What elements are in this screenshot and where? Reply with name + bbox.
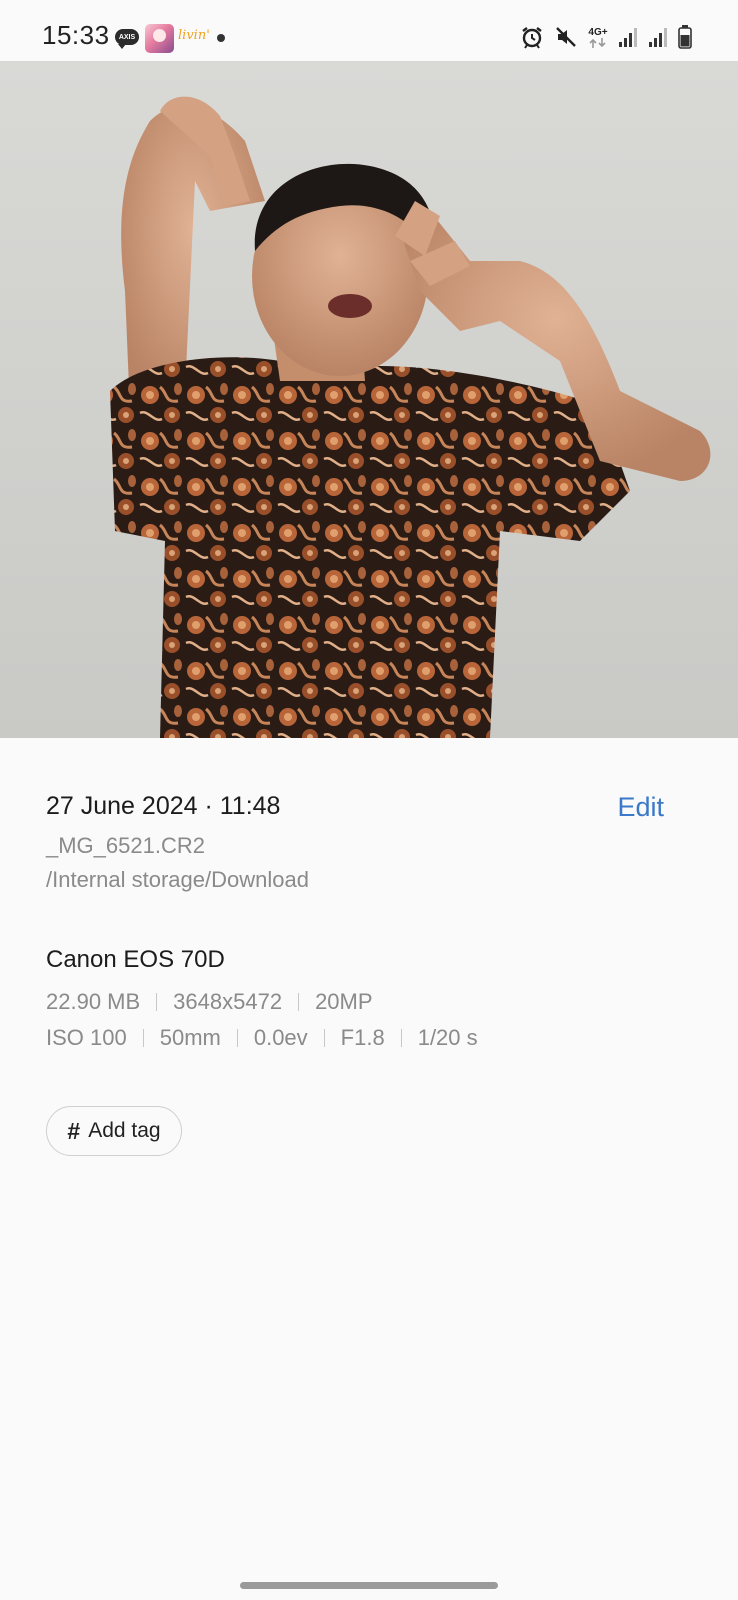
file-size: 22.90 MB [46,989,141,1014]
divider [298,993,300,1011]
signal-icon [618,26,638,53]
exposure-value: 0.0ev [253,1025,308,1050]
home-indicator[interactable] [240,1582,498,1589]
divider [142,1029,144,1047]
status-bar: 15:33 AXIS livin' 4G+ [0,0,738,62]
camera-model: Canon EOS 70D [46,946,225,973]
mute-icon [554,25,578,54]
divider [156,993,158,1011]
file-name: _MG_6521.CR2 [46,833,205,858]
divider [236,1029,238,1047]
aperture: F1.8 [340,1025,385,1050]
axis-notification-icon: AXIS [115,29,139,49]
livin-notification-icon: livin' [178,28,210,43]
status-time: 15:33 [42,20,110,50]
signal-icon [648,26,668,53]
photo-illustration [110,96,711,738]
megapixels: 20MP [315,989,373,1014]
alarm-icon [520,25,544,54]
divider [323,1029,325,1047]
game-notification-icon [145,24,174,53]
hashtag-icon: # [67,1117,81,1144]
battery-icon [678,24,692,54]
resolution: 3648x5472 [173,989,283,1014]
photo-preview[interactable] [0,61,738,738]
more-notifications-dot [217,34,225,42]
exposure-row: ISO 100 50mm 0.0ev F1.8 1/20 s [46,1024,692,1052]
add-tag-label: Add tag [88,1119,161,1142]
iso-value: ISO 100 [46,1025,127,1050]
network-4g-icon: 4G+ [588,27,608,51]
add-tag-button[interactable]: # Add tag [46,1106,182,1156]
details-panel: 27 June 2024 · 11:48 Edit _MG_6521.CR2 /… [46,790,692,1052]
status-icons: 4G+ [520,24,692,54]
divider [400,1029,402,1047]
date-time: 27 June 2024 · 11:48 [46,792,281,820]
focal-length: 50mm [159,1025,221,1050]
file-info-row: 22.90 MB 3648x5472 20MP [46,988,692,1016]
edit-details-button[interactable]: Edit [617,792,664,823]
file-path: /Internal storage/Download [46,867,309,892]
network-label: 4G+ [588,27,608,38]
screen: 15:33 AXIS livin' 4G+ 27 June 2024 · 11:… [0,0,738,1600]
shutter-speed: 1/20 s [417,1025,478,1050]
